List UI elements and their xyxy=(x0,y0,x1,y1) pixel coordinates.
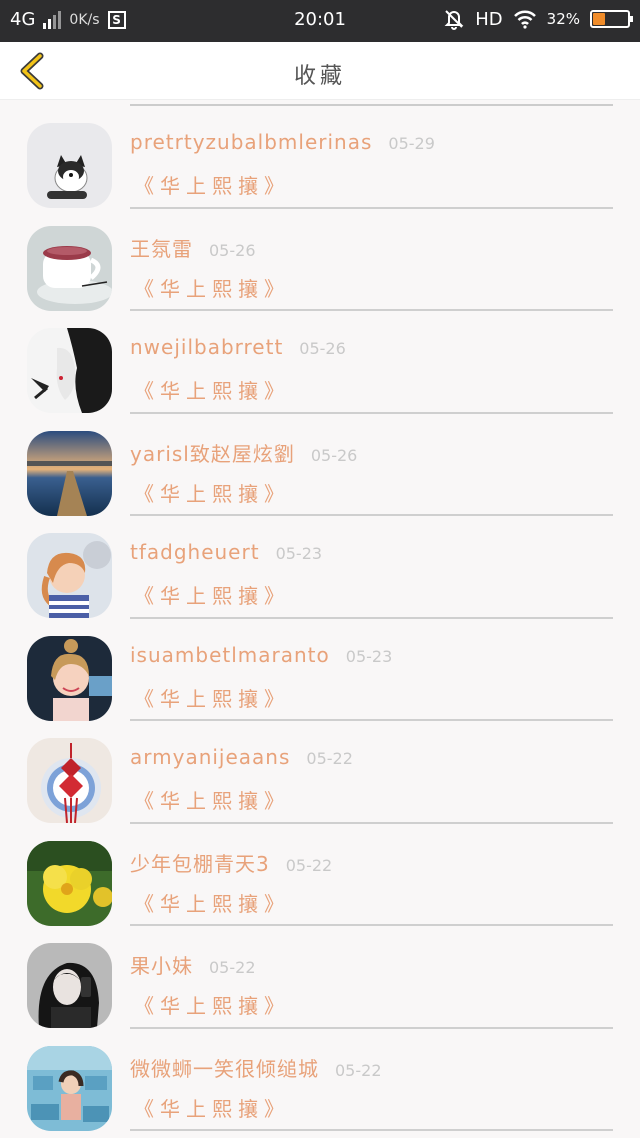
user-name[interactable]: yarisl致赵屋炫劉 xyxy=(130,438,295,467)
list-item[interactable]: 微微蛳一笑很倾缒城 05-22 《华上熙攘》 xyxy=(0,1029,640,1131)
user-name[interactable]: nwejilbabrrett xyxy=(130,335,283,359)
page-title: 收藏 xyxy=(293,64,346,89)
date-label: 05-23 xyxy=(345,646,393,666)
list-item[interactable]: pretrtyzubalbmlerinas 05-29 《华上熙攘》 xyxy=(0,106,640,209)
work-title[interactable]: 《华上熙攘》 xyxy=(134,683,290,712)
user-name[interactable]: 果小妹 xyxy=(130,950,193,979)
list-item[interactable]: nwejilbabrrett 05-26 《华上熙攘》 xyxy=(0,311,640,414)
work-title[interactable]: 《华上熙攘》 xyxy=(134,170,290,199)
work-title[interactable]: 《华上熙攘》 xyxy=(134,888,290,917)
list-item[interactable]: 少年包棚青天3 05-22 《华上熙攘》 xyxy=(0,824,640,926)
avatar[interactable] xyxy=(27,225,112,311)
work-title[interactable]: 《华上熙攘》 xyxy=(134,990,290,1019)
avatar[interactable] xyxy=(27,738,112,823)
divider xyxy=(130,1129,613,1131)
date-label: 05-29 xyxy=(388,134,435,153)
work-title[interactable]: 《华上熙攘》 xyxy=(134,580,290,609)
date-label: 05-26 xyxy=(310,445,358,465)
list-item[interactable]: isuambetlmaranto 05-23 《华上熙攘》 xyxy=(0,619,640,721)
user-name[interactable]: 王氛雷 xyxy=(130,233,193,262)
mute-bell-icon xyxy=(444,10,464,30)
work-title[interactable]: 《华上熙攘》 xyxy=(134,375,290,404)
date-label: 05-22 xyxy=(285,855,333,875)
date-label: 05-26 xyxy=(299,339,346,358)
work-title[interactable]: 《华上熙攘》 xyxy=(134,478,290,507)
battery-percent: 32% xyxy=(546,10,580,28)
avatar[interactable] xyxy=(27,635,112,721)
work-title[interactable]: 《华上熙攘》 xyxy=(134,273,290,302)
battery-icon xyxy=(590,10,633,28)
avatar[interactable] xyxy=(27,840,112,926)
wifi-icon xyxy=(513,10,536,29)
date-label: 05-23 xyxy=(275,544,323,563)
user-name[interactable]: tfadgheuert xyxy=(130,540,260,564)
list-item[interactable]: 果小妹 05-22 《华上熙攘》 xyxy=(0,926,640,1029)
date-label: 05-22 xyxy=(209,958,256,977)
user-name[interactable]: armyanijeaans xyxy=(130,745,290,769)
list-item[interactable]: tfadgheuert 05-23 《华上熙攘》 xyxy=(0,516,640,619)
list-item[interactable]: armyanijeaans 05-22 《华上熙攘》 xyxy=(0,721,640,824)
avatar[interactable] xyxy=(27,123,112,208)
date-label: 05-26 xyxy=(209,240,256,260)
avatar[interactable] xyxy=(27,430,112,516)
date-label: 05-22 xyxy=(335,1060,382,1080)
status-bar: 4G 0K/s S 20:01 HD 32% xyxy=(0,0,640,42)
hd-label: HD xyxy=(475,8,503,30)
work-title[interactable]: 《华上熙攘》 xyxy=(134,785,290,814)
date-label: 05-22 xyxy=(306,749,353,768)
avatar[interactable] xyxy=(27,533,112,618)
favorites-list: pretrtyzubalbmlerinas 05-29 《华上熙攘》 王氛雷 0… xyxy=(0,106,640,1131)
battery-level xyxy=(593,13,605,25)
avatar[interactable] xyxy=(27,1045,112,1131)
list-item[interactable]: 王氛雷 05-26 《华上熙攘》 xyxy=(0,209,640,311)
user-name[interactable]: pretrtyzubalbmlerinas xyxy=(130,130,372,154)
user-name[interactable]: isuambetlmaranto xyxy=(130,643,330,667)
list-item[interactable]: yarisl致赵屋炫劉 05-26 《华上熙攘》 xyxy=(0,414,640,516)
avatar[interactable] xyxy=(27,328,112,413)
avatar[interactable] xyxy=(27,943,112,1028)
user-name[interactable]: 少年包棚青天3 xyxy=(130,848,270,877)
user-name[interactable]: 微微蛳一笑很倾缒城 xyxy=(130,1053,319,1082)
title-bar: 收藏 xyxy=(0,42,640,100)
work-title[interactable]: 《华上熙攘》 xyxy=(134,1093,290,1122)
